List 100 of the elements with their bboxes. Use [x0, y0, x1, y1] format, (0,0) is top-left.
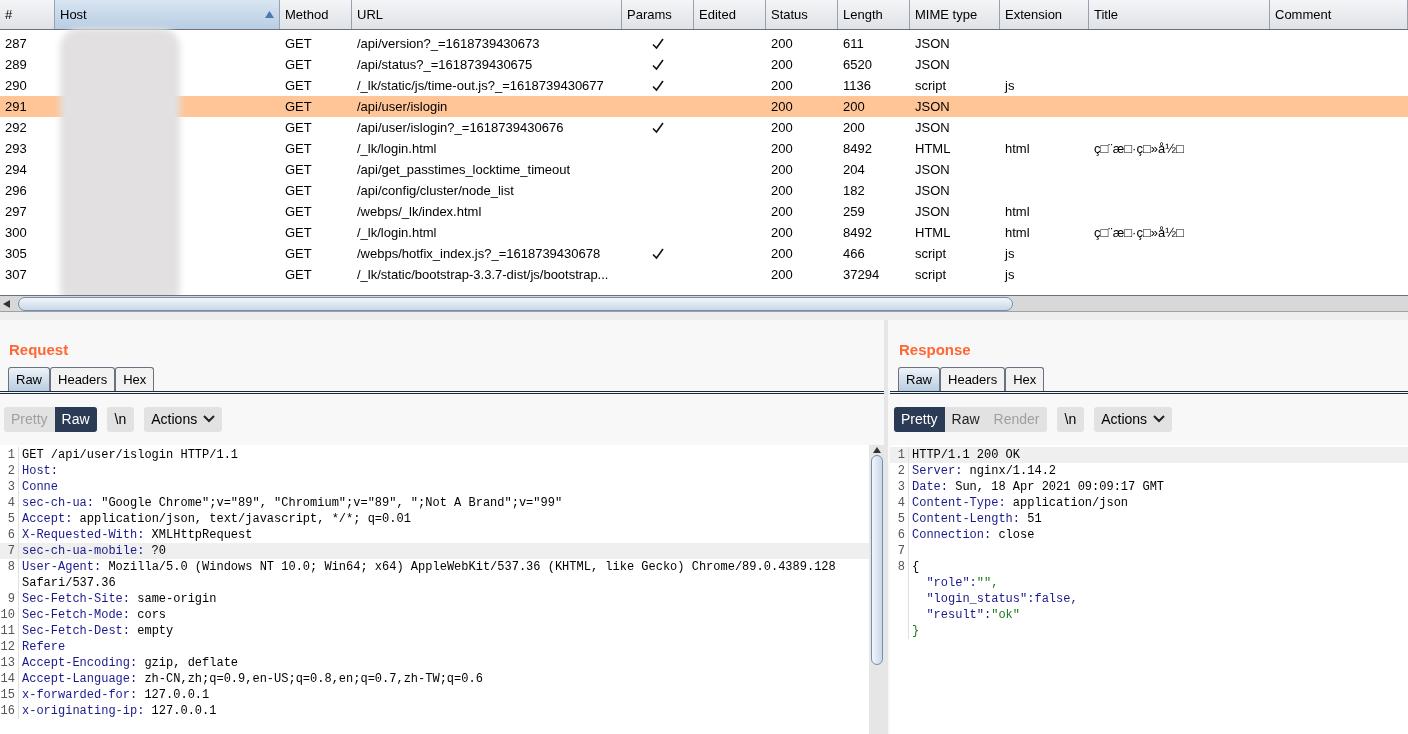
column-label: Status [771, 5, 808, 24]
code-line: sec-ch-ua-mobile: ?0 [21, 543, 168, 559]
line-number: 16 [0, 703, 19, 719]
code-line: Sec-Fetch-Site: same-origin [21, 591, 218, 607]
table-row[interactable]: 291 GET /api/user/islogin 200 200 JSON [0, 96, 1408, 117]
table-cell: 200 [843, 98, 865, 114]
column-header[interactable]: Comment [1270, 0, 1408, 29]
table-cell: 466 [843, 245, 865, 261]
table-cell: 6520 [843, 56, 872, 72]
vertical-scrollbar[interactable] [869, 445, 884, 734]
line-number: 10 [0, 607, 19, 623]
code-line: } [911, 623, 920, 639]
line-number: 13 [0, 655, 19, 671]
table-cell: /_lk/login.html [357, 224, 437, 240]
table-cell: html [1005, 203, 1030, 219]
table-cell: GET [285, 77, 312, 93]
line-number: 7 [890, 543, 909, 559]
code-line: x-originating-ip: 127.0.0.1 [21, 703, 218, 719]
table-cell: 611 [843, 35, 864, 51]
table-cell: 182 [843, 182, 865, 198]
table-cell: /_lk/static/js/time-out.js?_=1618739430677 [357, 77, 604, 93]
table-cell: 289 [5, 56, 27, 72]
table-cell: script [915, 245, 947, 261]
table-cell: JSON [915, 203, 950, 219]
line-number: 1 [0, 447, 19, 463]
column-label: Host [60, 5, 87, 24]
tab[interactable]: Headers [50, 367, 116, 391]
scrollbar-thumb[interactable] [870, 455, 883, 665]
table-cell: /api/get_passtimes_locktime_timeout [357, 161, 571, 177]
editor-panel[interactable] [0, 445, 884, 734]
code-line: Content-Length: 51 [911, 511, 1042, 527]
table-cell: JSON [915, 56, 950, 72]
scrollbar-thumb[interactable] [18, 296, 1013, 311]
column-label: # [5, 5, 13, 24]
actions-dropdown[interactable]: Actions [1094, 406, 1173, 432]
table-cell: /_lk/static/bootstrap-3.3.7-dist/js/bootstrap... [357, 266, 609, 282]
table-cell: GET [285, 182, 312, 198]
table-cell: 307 [5, 266, 27, 282]
tab[interactable]: Hex [1005, 367, 1045, 391]
tab[interactable]: Raw [898, 367, 940, 391]
table-cell: 287 [5, 35, 27, 51]
table-cell: GET [285, 35, 312, 51]
table-cell: 200 [771, 140, 793, 156]
code-line: Sec-Fetch-Dest: empty [21, 623, 175, 639]
column-label: MIME type [915, 5, 978, 24]
actions-dropdown[interactable]: Actions [144, 406, 223, 432]
column-header[interactable]: Length [838, 0, 910, 29]
line-number: 12 [0, 639, 19, 655]
column-label: Params [627, 5, 672, 24]
table-cell: JSON [915, 182, 950, 198]
tab[interactable]: Headers [940, 367, 1006, 391]
newline-toggle[interactable]: \n [1056, 406, 1085, 432]
line-number: 3 [890, 479, 909, 495]
table-cell: GET [285, 140, 312, 156]
table-cell: 259 [843, 203, 865, 219]
table-cell: /webps/_lk/index.html [357, 203, 482, 219]
table-cell: html [1005, 224, 1030, 240]
view-toggle[interactable]: Raw [944, 406, 987, 432]
table-cell: ç□¨æ□·ç□»å½□ [1094, 140, 1184, 156]
table-cell: JSON [915, 35, 950, 51]
pane-title: Request [8, 340, 69, 360]
chevron-down-icon [203, 415, 216, 423]
tab[interactable]: Raw [8, 367, 50, 391]
table-cell: /api/config/cluster/node_list [357, 182, 514, 198]
column-header[interactable]: URL [352, 0, 622, 29]
column-header[interactable]: Host [55, 0, 280, 29]
code-line: "login_status":false, [925, 591, 1078, 607]
table-cell: js [1005, 266, 1015, 282]
line-number: 11 [0, 623, 19, 639]
column-header[interactable]: Extension [1000, 0, 1089, 29]
column-header[interactable]: MIME type [910, 0, 1000, 29]
table-cell: 200 [771, 77, 793, 93]
column-header[interactable]: Method [280, 0, 352, 29]
column-label: URL [357, 5, 383, 24]
line-number: 14 [0, 671, 19, 687]
code-line: X-Requested-With: XMLHttpRequest [21, 527, 254, 543]
table-cell: /api/user/islogin [357, 98, 448, 114]
table-cell: GET [285, 224, 312, 240]
table-cell: GET [285, 98, 312, 114]
column-header[interactable]: Params [622, 0, 694, 29]
code-line: Accept-Language: zh-CN,zh;q=0.9,en-US;q=0.8,en;q=0.7,zh-TW;q=0.6 [21, 671, 484, 687]
newline-toggle[interactable]: \n [106, 406, 135, 432]
view-toggle[interactable]: Raw [54, 406, 97, 432]
tab[interactable]: Hex [115, 367, 155, 391]
table-cell: HTML [915, 140, 951, 156]
code-line: HTTP/1.1 200 OK [911, 447, 1021, 463]
table-cell: 293 [5, 140, 27, 156]
column-header[interactable]: Edited [694, 0, 766, 29]
table-cell: 291 [5, 98, 27, 114]
table-cell: 8492 [843, 140, 872, 156]
column-header[interactable]: Title [1089, 0, 1270, 29]
table-cell: 200 [771, 56, 793, 72]
table-cell: HTML [915, 224, 951, 240]
line-number: 5 [0, 511, 19, 527]
column-header[interactable]: Status [766, 0, 838, 29]
line-number: 8 [890, 559, 909, 575]
view-toggle[interactable]: Pretty [894, 406, 945, 432]
table-cell: 297 [5, 203, 27, 219]
table-cell: 200 [771, 203, 793, 219]
table-cell: script [915, 77, 947, 93]
